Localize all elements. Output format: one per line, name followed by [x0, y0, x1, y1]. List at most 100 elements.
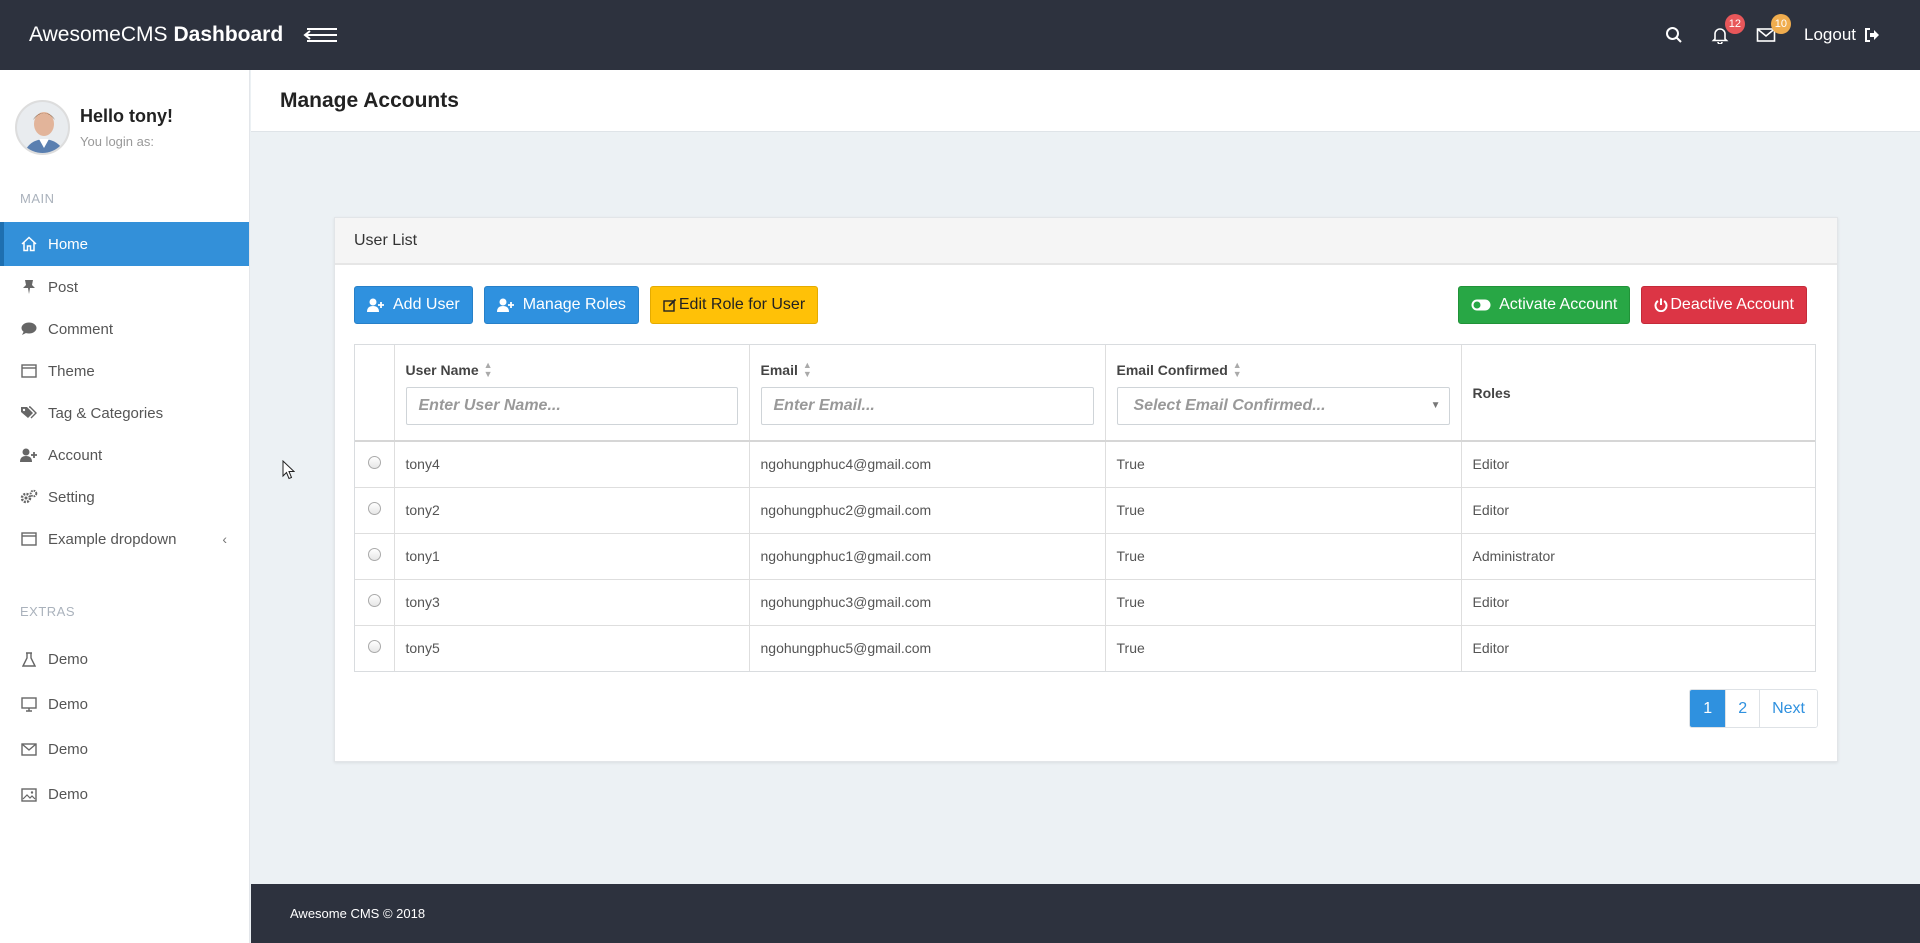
window-icon: [20, 530, 38, 548]
email-column-header[interactable]: Email ▲ ▼ Enter Email...: [749, 345, 1106, 442]
page-header: Manage Accounts: [251, 70, 1920, 132]
row-select-radio[interactable]: [367, 640, 381, 654]
edit-role-button[interactable]: Edit Role for User: [649, 286, 819, 324]
sidebar-item-account[interactable]: Account: [0, 434, 249, 476]
email-confirmed-column-header[interactable]: Email Confirmed ▲ ▼ Select Email Confirmed…: [1105, 345, 1462, 442]
sidebar-item-label: Demo: [48, 696, 89, 713]
brand-suffix: Dashboard: [173, 23, 284, 46]
sidebar-item-label: Theme: [48, 362, 95, 380]
logout-button[interactable]: Logout: [1804, 25, 1880, 45]
window-icon: [20, 362, 38, 380]
sidebar-item-comment[interactable]: Comment: [0, 308, 249, 350]
roles-column-label: Roles: [1472, 384, 1511, 401]
sidebar-item-theme[interactable]: Theme: [0, 350, 249, 392]
pin-icon: [20, 278, 38, 296]
brand[interactable]: AwesomeCMS Dashboard: [29, 23, 283, 47]
email-filter-input[interactable]: Enter Email...: [760, 386, 1094, 425]
sidebar-item-demo-2[interactable]: Demo: [0, 682, 249, 727]
deactivate-account-button[interactable]: Deactive Account: [1641, 286, 1807, 324]
pagination: 1 2 Next: [1689, 689, 1818, 728]
sidebar-item-post[interactable]: Post: [0, 266, 249, 308]
roles-column-header: Roles: [1461, 345, 1815, 442]
brand-name: AwesomeCMS: [29, 23, 168, 46]
sort-icon[interactable]: ▲ ▼: [803, 360, 812, 379]
logout-label: Logout: [1804, 25, 1856, 44]
table-row[interactable]: tony2 ngohungphuc2@gmail.com True Editor: [355, 487, 1815, 534]
user-plus-icon: [20, 446, 38, 464]
sidebar-item-label: Post: [48, 278, 79, 296]
toggle-on-icon: [1471, 299, 1491, 311]
add-user-label: Add User: [393, 296, 460, 313]
manage-roles-label: Manage Roles: [522, 296, 626, 313]
search-icon[interactable]: [1662, 23, 1686, 47]
username-filter-input[interactable]: Enter User Name...: [405, 386, 738, 425]
manage-roles-button[interactable]: Manage Roles: [483, 286, 639, 324]
action-toolbar: Add User Manage Roles Edit Role for User…: [354, 286, 1807, 324]
row-select-radio[interactable]: [367, 594, 381, 607]
role-cell: Editor: [1461, 487, 1815, 534]
role-cell: Editor: [1472, 640, 1510, 657]
row-select-radio[interactable]: [367, 548, 381, 561]
activate-account-button[interactable]: Activate Account: [1458, 286, 1631, 324]
envelope-icon[interactable]: 10: [1754, 14, 1791, 47]
extras-section-label: EXTRAS: [20, 604, 76, 619]
image-icon: [20, 786, 38, 804]
gears-icon: [20, 488, 38, 506]
sidebar-item-example-dropdown[interactable]: Example dropdown ‹: [0, 518, 249, 560]
sidebar-item-demo-3[interactable]: Demo: [0, 727, 249, 772]
role-cell: Administrator: [1461, 533, 1815, 580]
message-badge: 10: [1770, 14, 1791, 34]
row-select-radio[interactable]: [367, 456, 381, 470]
page-title: Manage Accounts: [280, 88, 459, 112]
email-cell: ngohungphuc2@gmail.com: [749, 487, 1106, 534]
add-user-button[interactable]: Add User: [354, 286, 473, 324]
bell-icon[interactable]: 12: [1708, 14, 1745, 47]
avatar: [15, 100, 70, 155]
flask-icon: [20, 651, 38, 669]
row-select-radio[interactable]: [367, 502, 381, 515]
power-icon: [1654, 298, 1668, 312]
email-cell: ngohungphuc4@gmail.com: [749, 441, 1106, 488]
footer-copyright: Awesome CMS © 2018: [290, 906, 426, 921]
sidebar-item-label: Tag & Categories: [48, 404, 164, 422]
email-confirmed-cell: True: [1105, 579, 1462, 626]
username-column-header[interactable]: User Name ▲ ▼ Enter User Name...: [394, 345, 750, 442]
comment-icon: [20, 320, 38, 338]
sidebar-item-demo-4[interactable]: Demo: [0, 772, 249, 817]
table-row[interactable]: tony5 ngohungphuc5@gmail.com True Editor: [355, 625, 1815, 671]
sidebar-item-tags[interactable]: Tag & Categories: [0, 392, 249, 434]
email-cell: ngohungphuc5@gmail.com: [749, 625, 1106, 671]
sign-out-icon: [1865, 28, 1879, 42]
sidebar-item-label: Account: [48, 446, 103, 464]
sort-icon[interactable]: ▲ ▼: [484, 360, 493, 379]
role-cell: Editor: [1461, 579, 1815, 626]
table-row[interactable]: tony1 ngohungphuc1@gmail.com True Admini…: [355, 533, 1815, 580]
email-confirmed-cell: True: [1105, 441, 1462, 488]
sidebar-item-setting[interactable]: Setting: [0, 476, 249, 518]
user-list-panel: User List Add User Manage Roles Edit Rol…: [334, 217, 1838, 762]
panel-title: User List: [335, 218, 1837, 265]
table-row[interactable]: tony3 ngohungphuc3@gmail.com True Editor: [355, 579, 1815, 626]
username-cell: tony1: [394, 533, 750, 580]
email-confirmed-cell: True: [1105, 487, 1462, 534]
sidebar-item-label: Home: [48, 235, 89, 253]
table-row[interactable]: tony4 ngohungphuc4@gmail.com True Editor: [355, 441, 1815, 488]
footer: Awesome CMS © 2018: [251, 884, 1920, 943]
username-cell: tony2: [394, 487, 750, 534]
page-1-button[interactable]: 1: [1690, 690, 1726, 727]
next-page-button[interactable]: Next: [1759, 690, 1817, 727]
sort-icon[interactable]: ▲ ▼: [1233, 360, 1242, 379]
sidebar-toggle-icon[interactable]: [303, 24, 341, 46]
sidebar-item-label: Demo: [48, 741, 89, 758]
email-confirmed-select-placeholder: Select Email Confirmed...: [1133, 396, 1326, 414]
activate-account-label: Activate Account: [1499, 296, 1618, 313]
sidebar-item-home[interactable]: Home: [0, 222, 249, 266]
sidebar-item-label: Demo: [48, 786, 89, 803]
edit-role-label: Edit Role for User: [678, 296, 806, 313]
page-2-button[interactable]: 2: [1725, 690, 1760, 727]
sidebar-item-demo-1[interactable]: Demo: [0, 637, 249, 682]
deactivate-account-label: Deactive Account: [1670, 296, 1794, 313]
greeting: Hello tony!: [80, 106, 173, 126]
home-icon: [20, 235, 38, 253]
email-confirmed-filter-select[interactable]: Select Email Confirmed... ▼: [1116, 386, 1450, 425]
